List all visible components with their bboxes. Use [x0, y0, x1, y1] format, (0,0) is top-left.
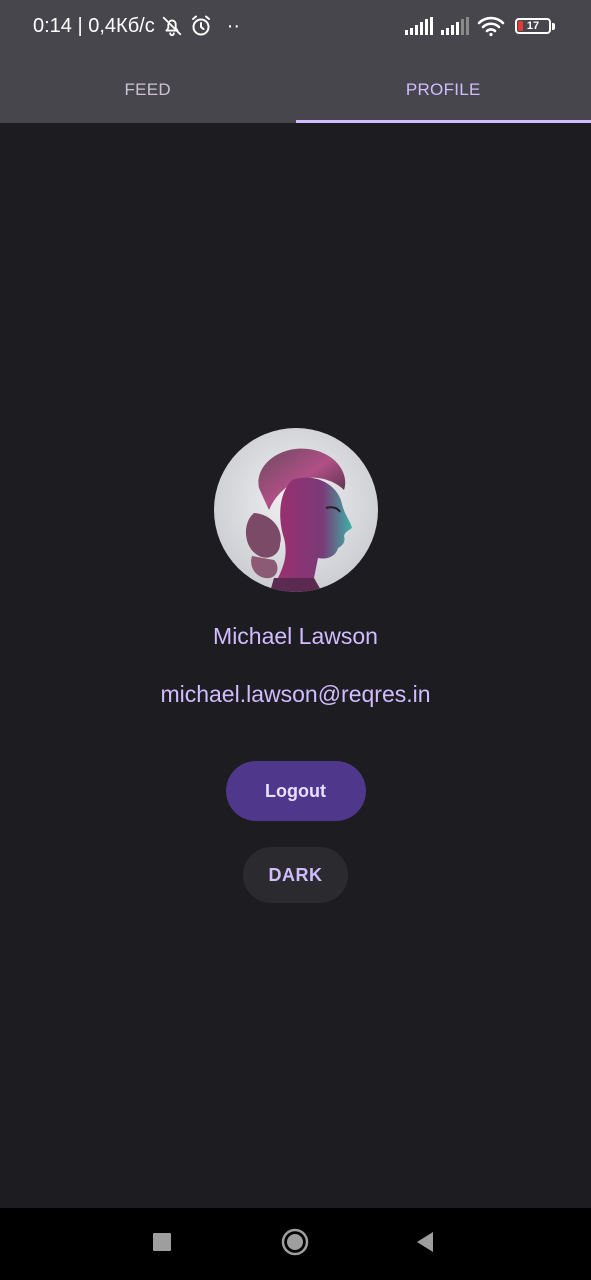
logout-button-label: Logout [265, 780, 326, 801]
status-left: 0:14 | 0,4Кб/с ·· [33, 14, 240, 38]
theme-toggle-button[interactable]: DARK [243, 847, 348, 903]
battery-percent: 17 [526, 20, 540, 32]
logout-button[interactable]: Logout [225, 761, 366, 821]
status-time-speed: 0:14 | 0,4Кб/с [33, 14, 155, 37]
status-bar: 0:14 | 0,4Кб/с ·· 17 [0, 0, 591, 56]
theme-toggle-label: DARK [268, 864, 323, 885]
profile-name: Michael Lawson [213, 623, 378, 649]
profile-content: Michael Lawson michael.lawson@reqres.in … [0, 123, 591, 1208]
status-right: 17 [405, 15, 555, 37]
system-nav-bar [0, 1208, 591, 1280]
app-header: 0:14 | 0,4Кб/с ·· 17 FEED PROFILE [0, 0, 591, 123]
recents-button[interactable] [144, 1226, 180, 1262]
signal-icon [441, 17, 469, 35]
back-triangle-icon [415, 1231, 435, 1258]
bell-off-icon [161, 15, 183, 37]
home-button[interactable] [277, 1226, 313, 1262]
home-circle-icon [281, 1228, 309, 1261]
wifi-icon [477, 15, 505, 37]
tab-bar: FEED PROFILE [0, 56, 591, 123]
more-notifications-indicator: ·· [226, 14, 241, 37]
avatar [213, 428, 378, 592]
tab-feed[interactable]: FEED [0, 56, 296, 123]
tab-profile[interactable]: PROFILE [295, 56, 591, 123]
profile-photo [213, 428, 378, 592]
signal-icon [405, 17, 433, 35]
recents-square-icon [153, 1232, 171, 1256]
back-button[interactable] [407, 1226, 443, 1262]
tab-feed-label: FEED [124, 79, 172, 99]
battery-tip [552, 22, 555, 30]
battery-icon: 17 [515, 18, 555, 34]
battery-level-fill [518, 21, 523, 31]
battery-body: 17 [515, 18, 551, 34]
tab-profile-label: PROFILE [405, 79, 481, 99]
profile-email: michael.lawson@reqres.in [160, 681, 431, 707]
profile-screen: 0:14 | 0,4Кб/с ·· 17 FEED PROFILE Michae… [0, 0, 591, 1280]
alarm-icon [189, 14, 213, 38]
